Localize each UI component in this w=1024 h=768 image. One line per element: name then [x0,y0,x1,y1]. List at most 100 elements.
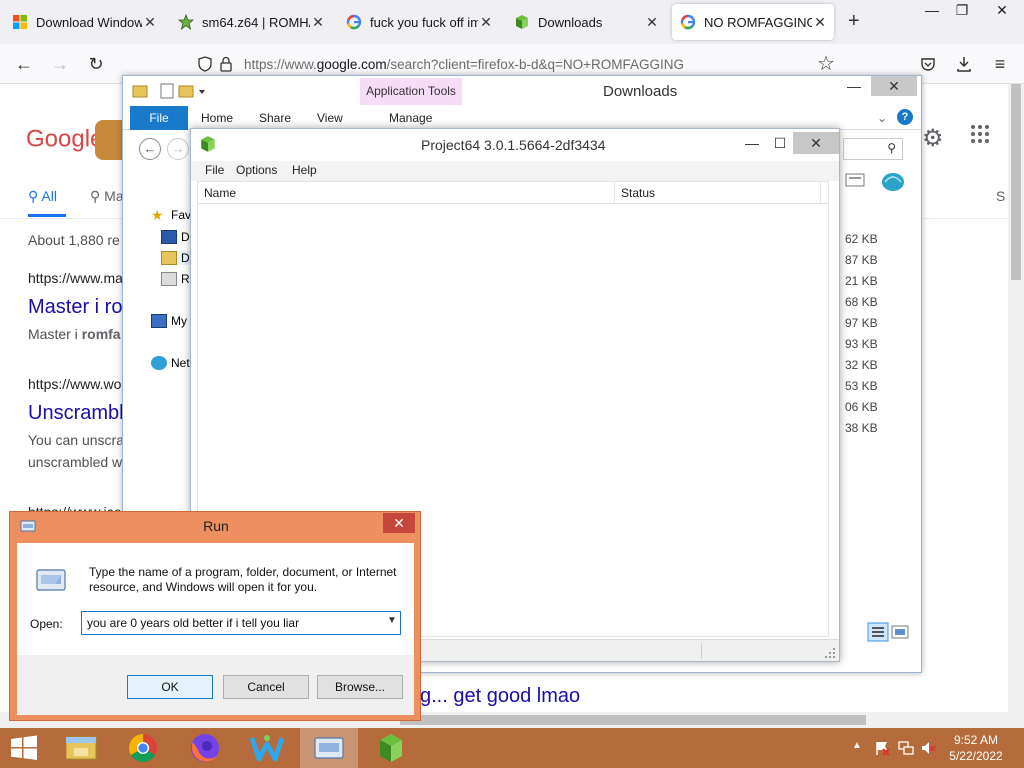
nav-recent[interactable]: R [161,272,190,286]
back-arrow-icon[interactable]: ← [139,138,161,160]
chevron-up-icon[interactable]: ▲ [852,740,862,751]
tab-share[interactable]: Share [259,111,291,125]
result-url[interactable]: https://www.mas [28,270,130,286]
close-icon[interactable]: ✕ [812,14,828,31]
nav-my-computer[interactable]: My [151,314,187,328]
result-title-link[interactable]: Master i ro [28,296,122,319]
volume-muted-icon[interactable] [920,740,936,756]
run-taskbar-icon[interactable] [300,728,358,768]
help-icon[interactable]: ? [897,109,913,125]
nav-network[interactable]: Net [151,356,190,370]
project64-icon[interactable] [362,728,420,768]
close-button[interactable]: ✕ [383,513,415,533]
resize-grip-icon[interactable] [825,648,835,658]
chevron-down-icon[interactable]: ⌄ [877,111,887,125]
minimize-button[interactable]: — [839,76,869,96]
new-tab-button[interactable]: + [848,10,860,33]
column-divider[interactable] [614,182,615,204]
action-center-flag-icon[interactable] [874,740,890,756]
gear-icon[interactable]: ⚙ [922,124,944,153]
browser-restore-button[interactable]: ❐ [948,2,976,22]
menu-help[interactable]: Help [292,163,317,177]
forward-arrow-icon[interactable]: → [167,138,189,160]
cancel-button[interactable]: Cancel [223,675,309,699]
scrollbar-thumb[interactable] [400,715,866,725]
chrome-icon[interactable] [114,728,172,768]
start-button[interactable] [0,728,48,768]
shell-icon[interactable] [881,170,905,192]
quick-access-toolbar-icon[interactable] [131,82,211,100]
apps-grid-icon[interactable] [970,124,990,144]
tab-manage[interactable]: Manage [389,111,432,125]
result-title-link[interactable]: Unscrambl [28,402,124,425]
nav-downloads[interactable]: D [161,251,190,265]
tab-title: fuck you fuck off im [370,14,478,30]
wix-icon[interactable] [238,728,296,768]
close-icon[interactable]: ✕ [478,14,494,31]
chevron-down-icon[interactable]: ▼ [387,615,397,626]
application-tools-tab[interactable]: Application Tools [360,78,462,105]
clock-time[interactable]: 9:52 AM [936,733,1016,747]
ok-button[interactable]: OK [127,675,213,699]
column-divider[interactable] [820,182,821,204]
result-url[interactable]: https://www.wor [28,376,126,392]
list-header: Name Status [198,182,828,204]
nav-desktop[interactable]: D [161,230,190,244]
project64-title-bar[interactable]: Project64 3.0.1.5664-2df3434 — ☐ ✕ [191,129,839,160]
maximize-button[interactable]: ☐ [767,132,793,154]
browse-button[interactable]: Browse... [317,675,403,699]
url-bar[interactable]: https://www.google.com/search?client=fir… [190,50,850,78]
browser-tab-google-search[interactable]: fuck you fuck off im ✕ [338,4,500,40]
hamburger-menu-icon[interactable]: ≡ [988,52,1012,76]
file-size: 62 KB [845,232,878,246]
reload-icon[interactable]: ↻ [84,52,108,76]
open-input[interactable] [81,611,401,635]
tab-all[interactable]: ⚲ All [28,188,57,205]
close-icon[interactable]: ✕ [644,14,660,31]
google-g-icon [680,14,696,30]
minimize-button[interactable]: — [739,132,765,154]
column-header-name[interactable]: Name [204,186,236,200]
forward-arrow-icon[interactable]: → [48,52,72,76]
close-icon[interactable]: ✕ [310,14,326,31]
tools-label[interactable]: S [996,188,1005,204]
search-box[interactable]: ⚲ [843,138,903,160]
tab-view[interactable]: View [317,111,343,125]
tab-file[interactable]: File [130,106,188,130]
recent-icon [161,272,177,286]
url-text[interactable]: https://www.google.com/search?client=fir… [244,57,684,72]
close-button[interactable]: ✕ [871,76,917,96]
browser-close-button[interactable]: ✕ [988,2,1016,22]
browser-tab-downloads[interactable]: Downloads ✕ [506,4,666,40]
scrollbar-thumb[interactable] [1011,84,1021,280]
view-toggle-icons[interactable] [867,622,911,642]
clock-date[interactable]: 5/22/2022 [936,749,1016,763]
bookmark-star-icon[interactable]: ☆ [814,52,838,76]
browser-tab-download-windows[interactable]: Download Windows ✕ [4,4,164,40]
browser-tab-no-romfagging[interactable]: NO ROMFAGGING - G ✕ [672,4,834,40]
active-tab-indicator [28,214,66,217]
tab-maps[interactable]: ⚲ Ma [90,188,124,205]
shield-icon[interactable] [198,56,212,72]
lock-icon[interactable] [220,56,232,72]
run-dialog: Run ✕ Type the name of a program, folder… [9,511,421,721]
browser-tab-sm64[interactable]: sm64.z64 | ROMHAC ✕ [170,4,332,40]
vertical-scrollbar[interactable] [1008,84,1024,712]
menu-options[interactable]: Options [236,163,277,177]
download-icon[interactable] [956,55,972,73]
result-title-link[interactable]: g... get good lmao [420,685,580,708]
tab-home[interactable]: Home [201,111,233,125]
back-arrow-icon[interactable]: ← [12,52,36,76]
browser-minimize-button[interactable]: — [918,2,946,22]
nav-favorites[interactable]: ★ Fav [151,208,191,222]
column-header-status[interactable]: Status [621,186,655,200]
explorer-title-bar[interactable]: Application Tools Downloads — ✕ [123,76,921,106]
firefox-icon[interactable] [176,728,234,768]
preview-pane-icon[interactable] [845,172,865,188]
pocket-icon[interactable] [920,56,936,72]
close-icon[interactable]: ✕ [142,14,158,31]
menu-file[interactable]: File [205,163,224,177]
close-button[interactable]: ✕ [793,132,839,154]
network-status-icon[interactable] [898,740,914,756]
file-explorer-icon[interactable] [52,728,110,768]
